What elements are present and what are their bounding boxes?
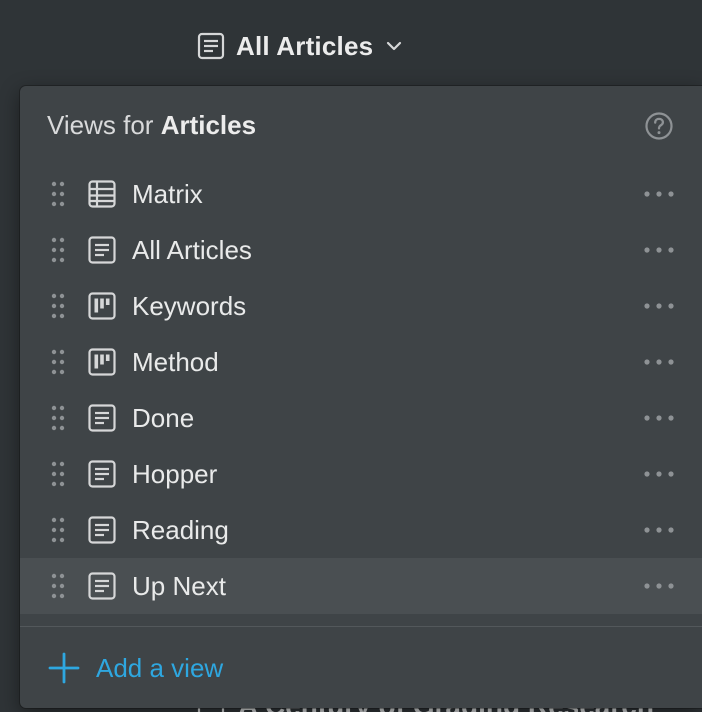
- chevron-down-icon: [387, 41, 402, 51]
- help-circle-icon[interactable]: [644, 111, 674, 141]
- current-view-title: All Articles: [236, 30, 374, 61]
- view-item-label: Keywords: [132, 291, 247, 321]
- views-popup-header: Views for Articles: [20, 86, 702, 166]
- board-view-icon: [88, 292, 116, 320]
- drag-handle-icon[interactable]: [50, 236, 66, 264]
- drag-handle-icon[interactable]: [50, 180, 66, 208]
- view-item-label: All Articles: [132, 235, 252, 265]
- views-popup-title: Views for Articles: [47, 110, 256, 141]
- add-view-label: Add a view: [96, 653, 224, 683]
- views-popup-database-name: Articles: [160, 110, 257, 140]
- popup-divider: [20, 626, 702, 627]
- list-view-icon: [88, 572, 116, 600]
- view-item-hopper[interactable]: Hopper: [20, 446, 702, 502]
- view-item-matrix[interactable]: Matrix: [20, 166, 702, 222]
- more-options-icon[interactable]: [642, 516, 676, 544]
- view-item-done[interactable]: Done: [20, 390, 702, 446]
- list-view-icon: [88, 236, 116, 264]
- views-list: Matrix All Articles Keywords Method Done…: [20, 166, 702, 614]
- drag-handle-icon[interactable]: [50, 516, 66, 544]
- drag-handle-icon[interactable]: [50, 292, 66, 320]
- list-view-icon: [88, 460, 116, 488]
- view-item-all-articles[interactable]: All Articles: [20, 222, 702, 278]
- more-options-icon[interactable]: [642, 292, 676, 320]
- list-view-icon: [88, 404, 116, 432]
- view-item-label: Matrix: [132, 179, 203, 209]
- table-view-icon: [88, 180, 116, 208]
- more-options-icon[interactable]: [642, 180, 676, 208]
- more-options-icon[interactable]: [642, 348, 676, 376]
- drag-handle-icon[interactable]: [50, 348, 66, 376]
- view-item-reading[interactable]: Reading: [20, 502, 702, 558]
- drag-handle-icon[interactable]: [50, 404, 66, 432]
- view-item-label: Up Next: [132, 571, 226, 601]
- view-item-keywords[interactable]: Keywords: [20, 278, 702, 334]
- views-popup-title-prefix: Views for: [47, 110, 161, 140]
- drag-handle-icon[interactable]: [50, 460, 66, 488]
- current-view-switcher[interactable]: All Articles: [196, 26, 403, 66]
- view-item-method[interactable]: Method: [20, 334, 702, 390]
- view-item-label: Hopper: [132, 459, 218, 489]
- more-options-icon[interactable]: [642, 236, 676, 264]
- more-options-icon[interactable]: [642, 404, 676, 432]
- view-item-up-next[interactable]: Up Next: [20, 558, 702, 614]
- drag-handle-icon[interactable]: [50, 572, 66, 600]
- view-item-label: Method: [132, 347, 219, 377]
- add-view-button[interactable]: Add a view: [20, 642, 702, 694]
- list-view-icon: [197, 32, 225, 60]
- views-popup: Views for Articles Matrix All Articles K…: [20, 86, 702, 708]
- list-view-icon: [88, 516, 116, 544]
- plus-icon: [48, 652, 80, 684]
- more-options-icon[interactable]: [642, 460, 676, 488]
- board-view-icon: [88, 348, 116, 376]
- more-options-icon[interactable]: [642, 572, 676, 600]
- database-header: All Articles: [0, 0, 702, 86]
- view-item-label: Reading: [132, 515, 229, 545]
- view-item-label: Done: [132, 403, 195, 433]
